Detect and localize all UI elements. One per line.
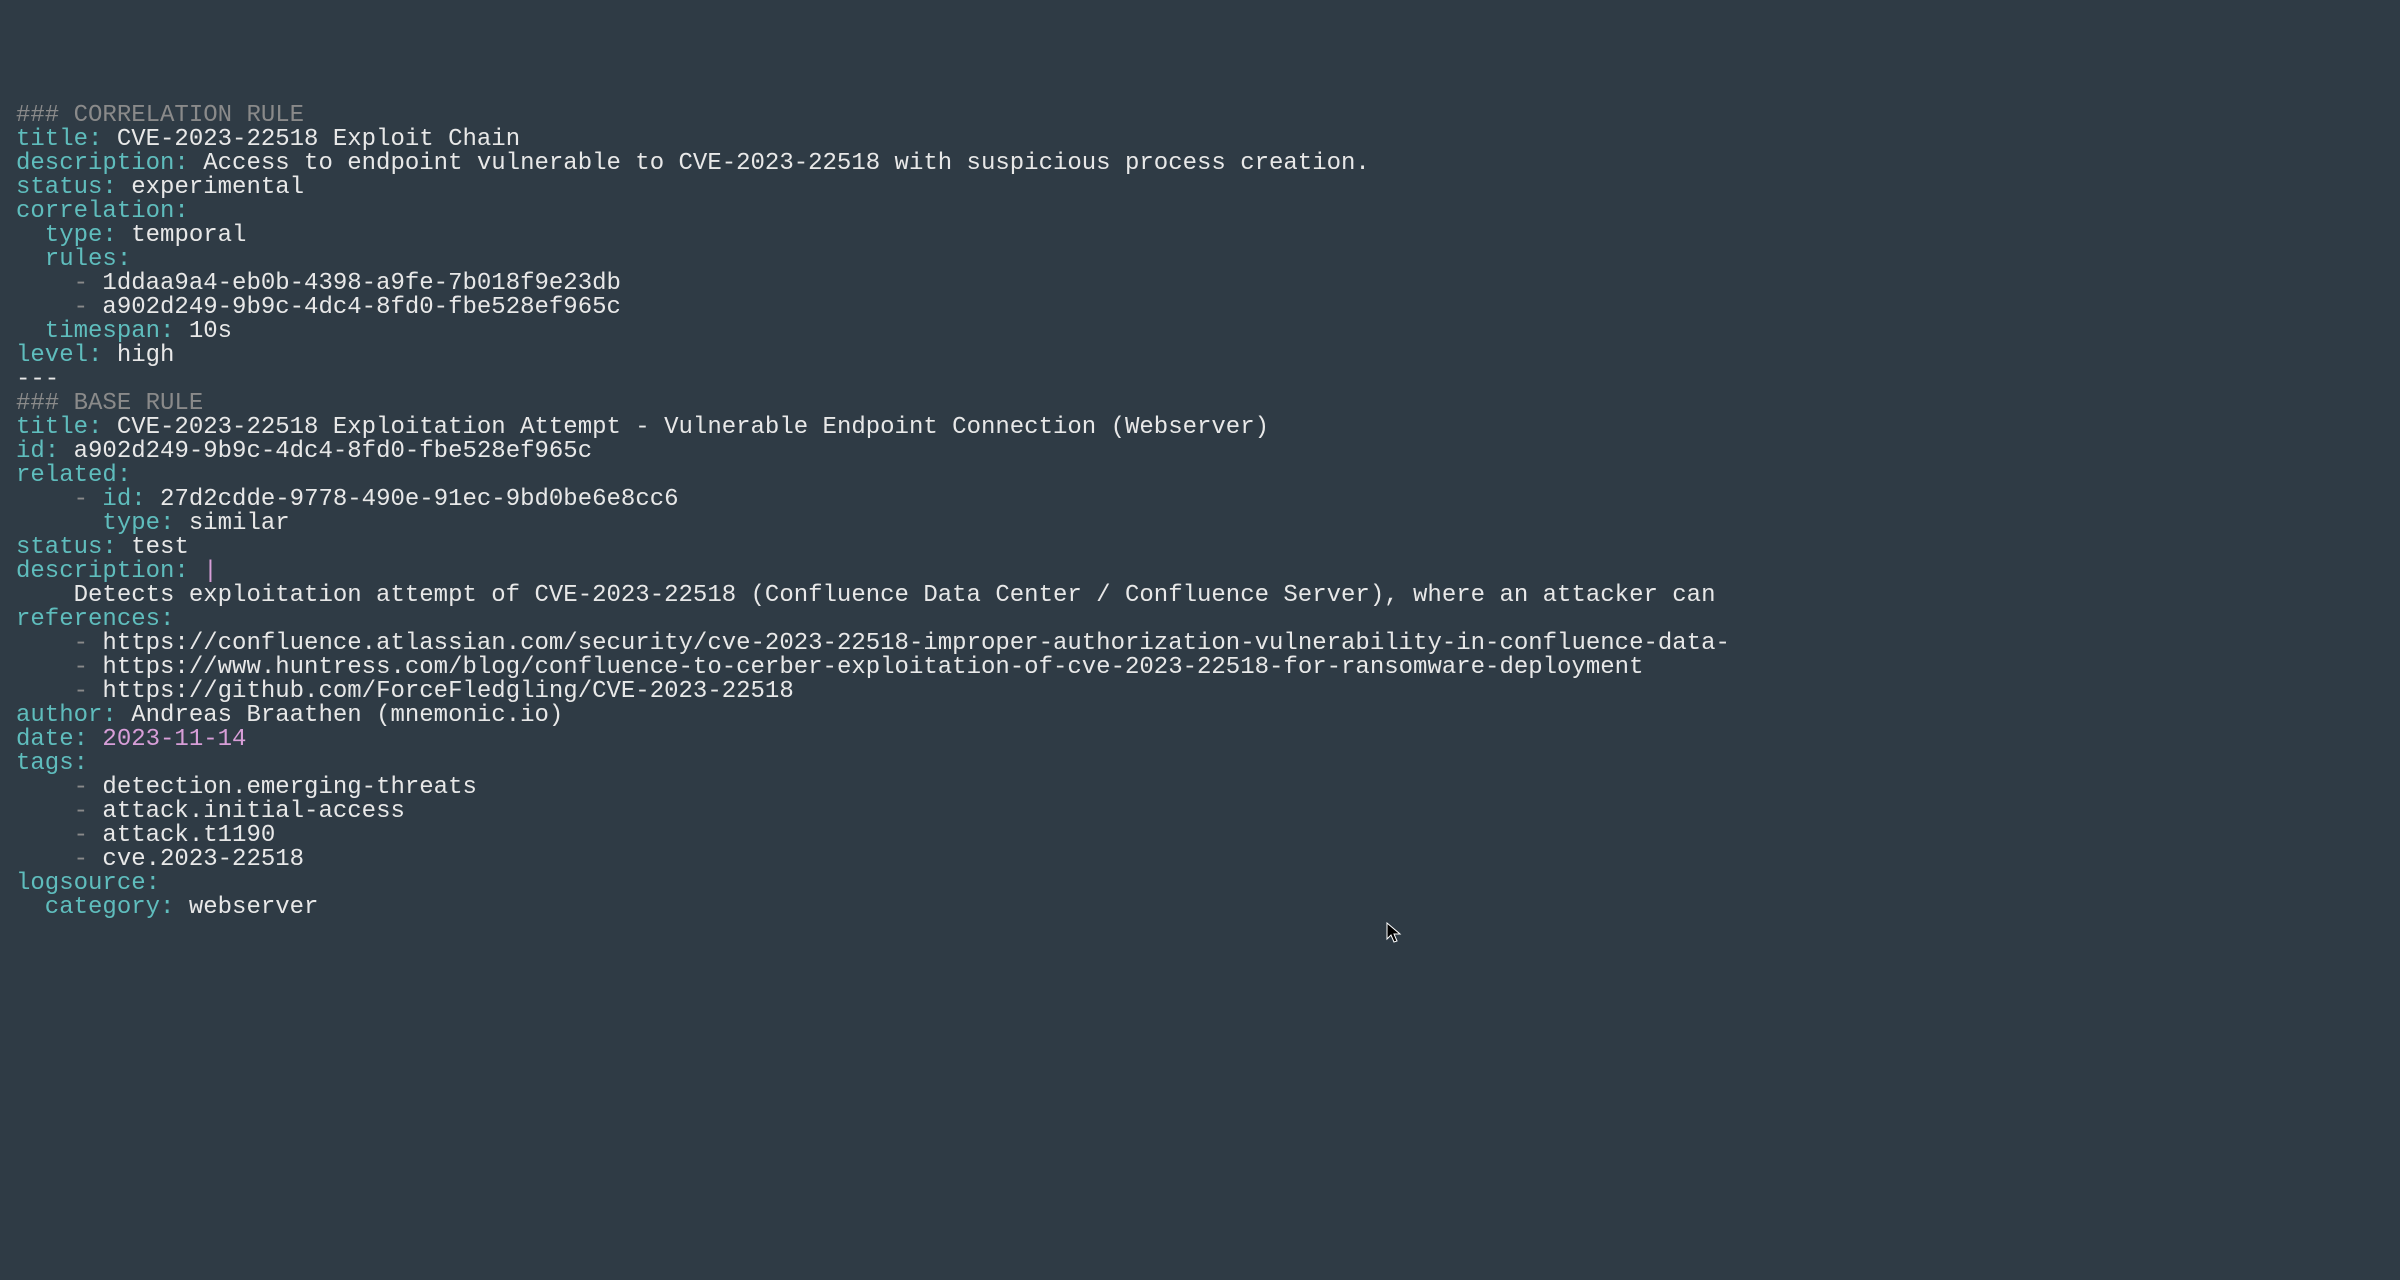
line-tag-2: - attack.initial-access — [16, 800, 2384, 824]
comment-base-rule-header: ### BASE RULE — [16, 392, 2384, 416]
line-logsource: logsource: — [16, 872, 2384, 896]
line-description-correlation: description: Access to endpoint vulnerab… — [16, 152, 2384, 176]
line-rule-id-1: - 1ddaa9a4-eb0b-4398-a9fe-7b018f9e23db — [16, 272, 2384, 296]
line-id-base: id: a902d249-9b9c-4dc4-8fd0-fbe528ef965c — [16, 440, 2384, 464]
line-reference-3: - https://github.com/ForceFledgling/CVE-… — [16, 680, 2384, 704]
line-correlation-rules: rules: — [16, 248, 2384, 272]
line-timespan: timespan: 10s — [16, 320, 2384, 344]
line-doc-separator: --- — [16, 368, 2384, 392]
line-correlation-type: type: temporal — [16, 224, 2384, 248]
line-level: level: high — [16, 344, 2384, 368]
line-category: category: webserver — [16, 896, 2384, 920]
line-reference-2: - https://www.huntress.com/blog/confluen… — [16, 656, 2384, 680]
line-related: related: — [16, 464, 2384, 488]
line-reference-1: - https://confluence.atlassian.com/secur… — [16, 632, 2384, 656]
line-rule-id-2: - a902d249-9b9c-4dc4-8fd0-fbe528ef965c — [16, 296, 2384, 320]
line-related-id: - id: 27d2cdde-9778-490e-91ec-9bd0be6e8c… — [16, 488, 2384, 512]
comment-correlation-header: ### CORRELATION RULE — [16, 104, 2384, 128]
line-title-base: title: CVE-2023-22518 Exploitation Attem… — [16, 416, 2384, 440]
code-editor[interactable]: ### CORRELATION RULEtitle: CVE-2023-2251… — [16, 104, 2384, 920]
line-correlation-key: correlation: — [16, 200, 2384, 224]
line-status-correlation: status: experimental — [16, 176, 2384, 200]
line-author: author: Andreas Braathen (mnemonic.io) — [16, 704, 2384, 728]
line-date: date: 2023-11-14 — [16, 728, 2384, 752]
line-tags: tags: — [16, 752, 2384, 776]
line-tag-3: - attack.t1190 — [16, 824, 2384, 848]
line-description-base: description: | — [16, 560, 2384, 584]
line-related-type: type: similar — [16, 512, 2384, 536]
line-title-correlation: title: CVE-2023-22518 Exploit Chain — [16, 128, 2384, 152]
line-status-base: status: test — [16, 536, 2384, 560]
line-tag-4: - cve.2023-22518 — [16, 848, 2384, 872]
line-references: references: — [16, 608, 2384, 632]
line-tag-1: - detection.emerging-threats — [16, 776, 2384, 800]
line-description-text: Detects exploitation attempt of CVE-2023… — [16, 584, 2384, 608]
